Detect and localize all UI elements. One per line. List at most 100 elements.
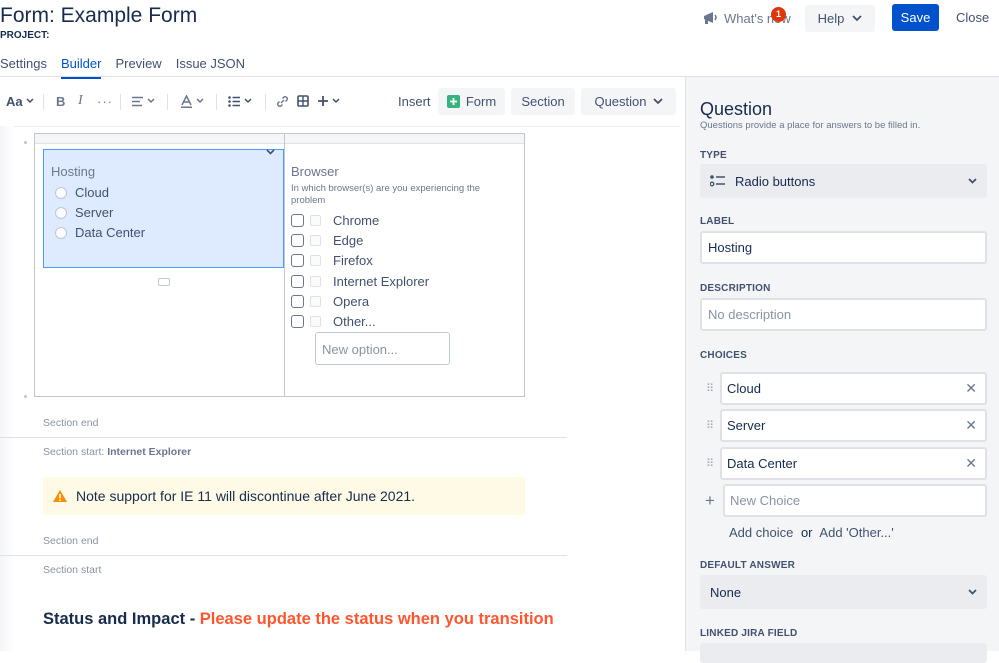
- default-answer-value: None: [710, 584, 742, 600]
- form-button-label: Form: [465, 94, 497, 109]
- type-select[interactable]: Radio buttons: [700, 164, 987, 198]
- choice-row: ⠿ Cloud ✕: [700, 372, 987, 405]
- new-choice-row: + New Choice: [700, 484, 987, 517]
- checkbox-icon: [291, 214, 304, 227]
- checkbox-preview-icon: [310, 296, 321, 307]
- choice-value: Server: [727, 418, 766, 433]
- chevron-down-icon: [968, 589, 977, 595]
- chevron-down-icon: [652, 98, 663, 105]
- tab-settings[interactable]: Settings: [0, 56, 47, 79]
- link-glyph-icon: [277, 95, 288, 107]
- checkbox-icon: [291, 295, 304, 308]
- chevron-down-icon: [147, 98, 155, 104]
- checkbox-option-label: Chrome: [333, 213, 380, 228]
- tab-bar: Settings Builder Preview Issue JSON: [0, 56, 245, 79]
- megaphone-icon: [704, 12, 717, 24]
- add-choice-link[interactable]: Add choice: [729, 525, 793, 540]
- label-input[interactable]: Hosting: [700, 231, 987, 264]
- checkbox-option[interactable]: Firefox: [291, 253, 373, 268]
- insert-question-dropdown[interactable]: Question: [581, 88, 676, 115]
- new-option-input[interactable]: New option...: [315, 332, 450, 365]
- notification-badge: 1: [771, 7, 786, 22]
- chevron-down-icon: [26, 98, 34, 104]
- align-left-icon: [132, 96, 143, 106]
- add-other-link[interactable]: Add 'Other...': [819, 525, 893, 540]
- choice-row: ⠿ Server ✕: [700, 409, 987, 442]
- table-glyph-icon: [297, 95, 309, 107]
- plus-icon[interactable]: +: [700, 491, 720, 511]
- checkbox-preview-icon: [310, 316, 321, 327]
- tab-builder[interactable]: Builder: [60, 56, 102, 79]
- section-start-name: Internet Explorer: [107, 446, 192, 458]
- text-style-dropdown[interactable]: Aa: [6, 86, 34, 116]
- drag-handle-icon[interactable]: ⠿: [700, 382, 720, 395]
- resize-handle-icon[interactable]: [158, 278, 170, 286]
- checkbox-option[interactable]: Internet Explorer: [291, 274, 429, 289]
- question-properties-panel: Question Questions provide a place for a…: [685, 77, 999, 663]
- text-style-label: Aa: [6, 93, 23, 109]
- radio-option[interactable]: Server: [55, 205, 113, 220]
- link-icon[interactable]: [276, 86, 289, 116]
- chevron-down-icon: [968, 178, 977, 184]
- insert-form-button[interactable]: Form: [438, 88, 505, 115]
- plus-icon: [318, 96, 328, 106]
- warning-panel: Note support for IE 11 will discontinue …: [43, 477, 525, 515]
- drag-handle-dot[interactable]: [24, 395, 27, 398]
- checkbox-option[interactable]: Opera: [291, 294, 369, 309]
- insert-more-dropdown[interactable]: [317, 86, 340, 116]
- close-button[interactable]: Close: [956, 10, 989, 25]
- description-input[interactable]: No description: [700, 298, 987, 331]
- choice-value: Cloud: [727, 381, 761, 396]
- help-button[interactable]: Help: [805, 5, 875, 32]
- italic-icon[interactable]: I: [78, 86, 83, 116]
- chevron-down-icon[interactable]: [266, 147, 275, 158]
- new-choice-placeholder: New Choice: [730, 493, 801, 508]
- align-dropdown[interactable]: [131, 86, 155, 116]
- browser-question-label: Browser: [291, 164, 339, 179]
- insert-section-button[interactable]: Section: [511, 88, 575, 115]
- checkbox-option-label: Other...: [333, 314, 376, 329]
- remove-choice-icon[interactable]: ✕: [965, 380, 977, 397]
- default-answer-select[interactable]: None: [700, 575, 987, 609]
- checkbox-preview-icon: [310, 255, 321, 266]
- section-divider: [0, 437, 567, 438]
- checkbox-option[interactable]: Edge: [291, 233, 363, 248]
- drag-handle-dot[interactable]: [24, 141, 27, 144]
- remove-choice-icon[interactable]: ✕: [965, 455, 977, 472]
- section-divider: [0, 555, 567, 556]
- list-dropdown[interactable]: [228, 86, 252, 116]
- warning-text: Note support for IE 11 will discontinue …: [76, 488, 416, 504]
- new-choice-input[interactable]: New Choice: [723, 484, 987, 517]
- bullet-list-icon: [228, 95, 240, 107]
- toolbar-divider: [216, 94, 217, 110]
- panel-title: Question: [700, 99, 773, 119]
- section-start-marker: Section start: Internet Explorer: [43, 446, 191, 458]
- radio-option[interactable]: Cloud: [55, 185, 109, 200]
- description-field-label: DESCRIPTION: [700, 283, 771, 294]
- choice-input[interactable]: Cloud ✕: [720, 372, 987, 405]
- tab-issue-json[interactable]: Issue JSON: [176, 56, 245, 79]
- save-button[interactable]: Save: [892, 4, 939, 31]
- radio-list-icon: [710, 175, 725, 187]
- tab-preview[interactable]: Preview: [115, 56, 161, 79]
- editor-toolbar: Aa B I ··· Insert Form Section Question: [0, 86, 680, 118]
- linked-jira-field-select[interactable]: [700, 643, 987, 663]
- browser-question-description: In which browser(s) are you experiencing…: [291, 183, 481, 206]
- radio-option-label: Server: [75, 205, 114, 220]
- more-formatting-icon[interactable]: ···: [97, 86, 113, 116]
- radio-option[interactable]: Data Center: [55, 225, 145, 240]
- checkbox-option[interactable]: Other...: [291, 314, 376, 329]
- drag-handle-icon[interactable]: ⠿: [700, 457, 720, 470]
- add-choice-links: Add choice or Add 'Other...': [729, 525, 894, 540]
- drag-handle-icon[interactable]: ⠿: [700, 419, 720, 432]
- table-icon[interactable]: [297, 86, 309, 116]
- bold-icon[interactable]: B: [56, 86, 65, 116]
- remove-choice-icon[interactable]: ✕: [965, 417, 977, 434]
- checkbox-icon: [291, 275, 304, 288]
- section-start-prefix: Section start:: [43, 446, 105, 458]
- checkbox-option[interactable]: Chrome: [291, 213, 379, 228]
- choice-input[interactable]: Server ✕: [720, 409, 987, 442]
- text-color-dropdown[interactable]: [180, 86, 204, 116]
- choice-input[interactable]: Data Center ✕: [720, 447, 987, 480]
- checkbox-option-label: Edge: [333, 233, 364, 248]
